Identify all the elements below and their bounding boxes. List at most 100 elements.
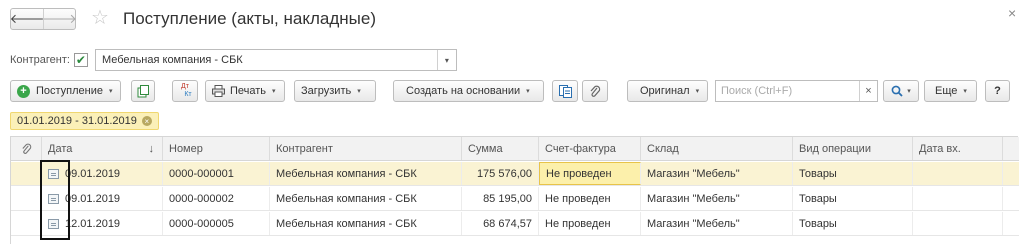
- more-label: Еще: [935, 85, 958, 97]
- chevron-down-icon: ▾: [907, 88, 911, 95]
- star-icon[interactable]: ☆: [91, 6, 109, 30]
- incoming-date-cell[interactable]: [913, 162, 1003, 185]
- number-cell[interactable]: 0000-000005: [163, 212, 270, 235]
- attachment-column-header[interactable]: [11, 137, 42, 160]
- chevron-down-icon[interactable]: ▾: [436, 50, 456, 70]
- column-header-warehouse[interactable]: Склад: [641, 137, 793, 160]
- column-header-label: Дата вх.: [919, 142, 961, 155]
- operation-cell[interactable]: Товары: [793, 187, 913, 210]
- copy-icon: [137, 84, 149, 97]
- print-button[interactable]: Печать ▾: [205, 80, 285, 102]
- column-header-label: Счет-фактура: [545, 142, 616, 155]
- printer-icon: [212, 85, 225, 97]
- date-text: 09.01.2019: [65, 192, 121, 205]
- print-label: Печать: [230, 85, 267, 97]
- column-header-label: Склад: [647, 142, 679, 155]
- load-label: Загрузить: [301, 85, 352, 97]
- warehouse-cell[interactable]: Магазин "Мебель": [641, 212, 793, 235]
- column-header-counterparty[interactable]: Контрагент: [270, 137, 462, 160]
- close-icon[interactable]: ×: [141, 116, 152, 126]
- page-title: Поступление (акты, накладные): [123, 9, 376, 28]
- operation-cell[interactable]: Товары: [793, 212, 913, 235]
- highlight-frame: [40, 160, 70, 240]
- create-based-on-label: Создать на основании: [406, 85, 521, 97]
- chevron-down-icon: ▾: [109, 88, 113, 95]
- chevron-down-icon: ▾: [526, 88, 530, 95]
- counterparty-value: Мебельная компания - СБК: [101, 54, 243, 66]
- operation-cell[interactable]: Товары: [793, 162, 913, 185]
- column-header-label: Вид операции: [799, 142, 871, 155]
- paperclip-icon: [590, 85, 601, 97]
- original-button[interactable]: Оригинал ▾: [627, 80, 708, 102]
- title-bar: 🡐 🡒 ☆ Поступление (акты, накладные) ×: [0, 0, 1024, 42]
- column-header-number[interactable]: Номер: [163, 137, 270, 160]
- dt-icon: Дт: [181, 83, 189, 90]
- column-header-incoming-date[interactable]: Дата вх.: [913, 137, 1003, 160]
- forward-icon[interactable]: 🡒: [42, 9, 77, 29]
- table-row[interactable]: 12.01.2019 0000-000005 Мебельная компани…: [11, 212, 1019, 236]
- column-header-label: Контрагент: [276, 142, 333, 155]
- incoming-date-cell[interactable]: [913, 187, 1003, 210]
- column-header-sum[interactable]: Сумма: [462, 137, 539, 160]
- paperclip-icon: [21, 143, 31, 154]
- create-based-on-button[interactable]: Создать на основании ▾: [393, 80, 544, 102]
- table-header: Дата ↓ Номер Контрагент Сумма Счет-факту…: [11, 137, 1019, 161]
- incoming-date-cell[interactable]: [913, 212, 1003, 235]
- counterparty-select[interactable]: Мебельная компания - СБК ▾: [94, 49, 457, 71]
- dt-kt-button[interactable]: Дт Кт: [172, 80, 198, 102]
- period-label: 01.01.2019 - 31.01.2019: [17, 115, 137, 127]
- warehouse-cell[interactable]: Магазин "Мебель": [641, 187, 793, 210]
- column-header-invoice[interactable]: Счет-фактура: [539, 137, 641, 160]
- clear-icon[interactable]: ×: [859, 81, 877, 101]
- chevron-down-icon: ▾: [357, 88, 361, 95]
- original-label: Оригинал: [640, 85, 690, 97]
- create-receipt-label: Поступление: [36, 85, 104, 97]
- column-header-label: Дата: [48, 142, 73, 155]
- date-text: 12.01.2019: [65, 217, 121, 230]
- search-icon: [891, 85, 903, 97]
- column-header-operation[interactable]: Вид операции: [793, 137, 913, 160]
- search-input[interactable]: Поиск (Ctrl+F) ×: [715, 80, 878, 102]
- period-filter-tag[interactable]: 01.01.2019 - 31.01.2019 ×: [10, 112, 159, 130]
- help-label: ?: [994, 85, 1001, 97]
- create-receipt-button[interactable]: + Поступление ▾: [10, 80, 121, 102]
- sum-cell[interactable]: 68 674,57: [462, 212, 539, 235]
- attachment-cell: [11, 212, 42, 235]
- invoice-cell[interactable]: Не проведен: [539, 187, 641, 210]
- structure-button[interactable]: [552, 80, 578, 102]
- load-button[interactable]: Загрузить ▾: [294, 80, 376, 102]
- document-structure-icon: [558, 84, 572, 98]
- table-row[interactable]: 09.01.2019 0000-000001 Мебельная компани…: [11, 162, 1019, 186]
- nav-buttons: 🡐 🡒: [10, 8, 77, 30]
- column-header-label: Сумма: [468, 142, 503, 155]
- counterparty-cell[interactable]: Мебельная компания - СБК: [270, 212, 462, 235]
- invoice-cell[interactable]: Не проведен: [539, 212, 641, 235]
- counterparty-cell[interactable]: Мебельная компания - СБК: [270, 187, 462, 210]
- counterparty-checkbox[interactable]: ✔: [73, 53, 88, 67]
- search-button[interactable]: ▾: [883, 80, 919, 102]
- chevron-down-icon: ▾: [963, 88, 967, 95]
- number-cell[interactable]: 0000-000002: [163, 187, 270, 210]
- sort-desc-icon: ↓: [148, 142, 155, 155]
- plus-icon: +: [17, 84, 30, 98]
- close-icon[interactable]: ×: [1008, 5, 1016, 21]
- counterparty-cell[interactable]: Мебельная компания - СБК: [270, 162, 462, 185]
- copy-button[interactable]: [131, 80, 155, 102]
- invoice-cell[interactable]: Не проведен: [539, 162, 641, 185]
- chevron-down-icon: ▾: [272, 88, 276, 95]
- documents-table: Дата ↓ Номер Контрагент Сумма Счет-факту…: [10, 136, 1019, 244]
- more-button[interactable]: Еще ▾: [924, 80, 977, 102]
- column-header-label: Номер: [169, 142, 203, 155]
- sum-cell[interactable]: 85 195,00: [462, 187, 539, 210]
- search-placeholder: Поиск (Ctrl+F): [721, 85, 793, 97]
- attach-button[interactable]: [582, 80, 608, 102]
- date-text: 09.01.2019: [65, 167, 121, 180]
- sum-cell[interactable]: 175 576,00: [462, 162, 539, 185]
- column-header-date[interactable]: Дата ↓: [42, 137, 163, 160]
- warehouse-cell[interactable]: Магазин "Мебель": [641, 162, 793, 185]
- table-row[interactable]: 09.01.2019 0000-000002 Мебельная компани…: [11, 187, 1019, 211]
- help-button[interactable]: ?: [985, 80, 1010, 102]
- back-icon[interactable]: 🡐: [10, 9, 45, 29]
- counterparty-filter: Контрагент: ✔ Мебельная компания - СБК ▾: [10, 49, 457, 71]
- number-cell[interactable]: 0000-000001: [163, 162, 270, 185]
